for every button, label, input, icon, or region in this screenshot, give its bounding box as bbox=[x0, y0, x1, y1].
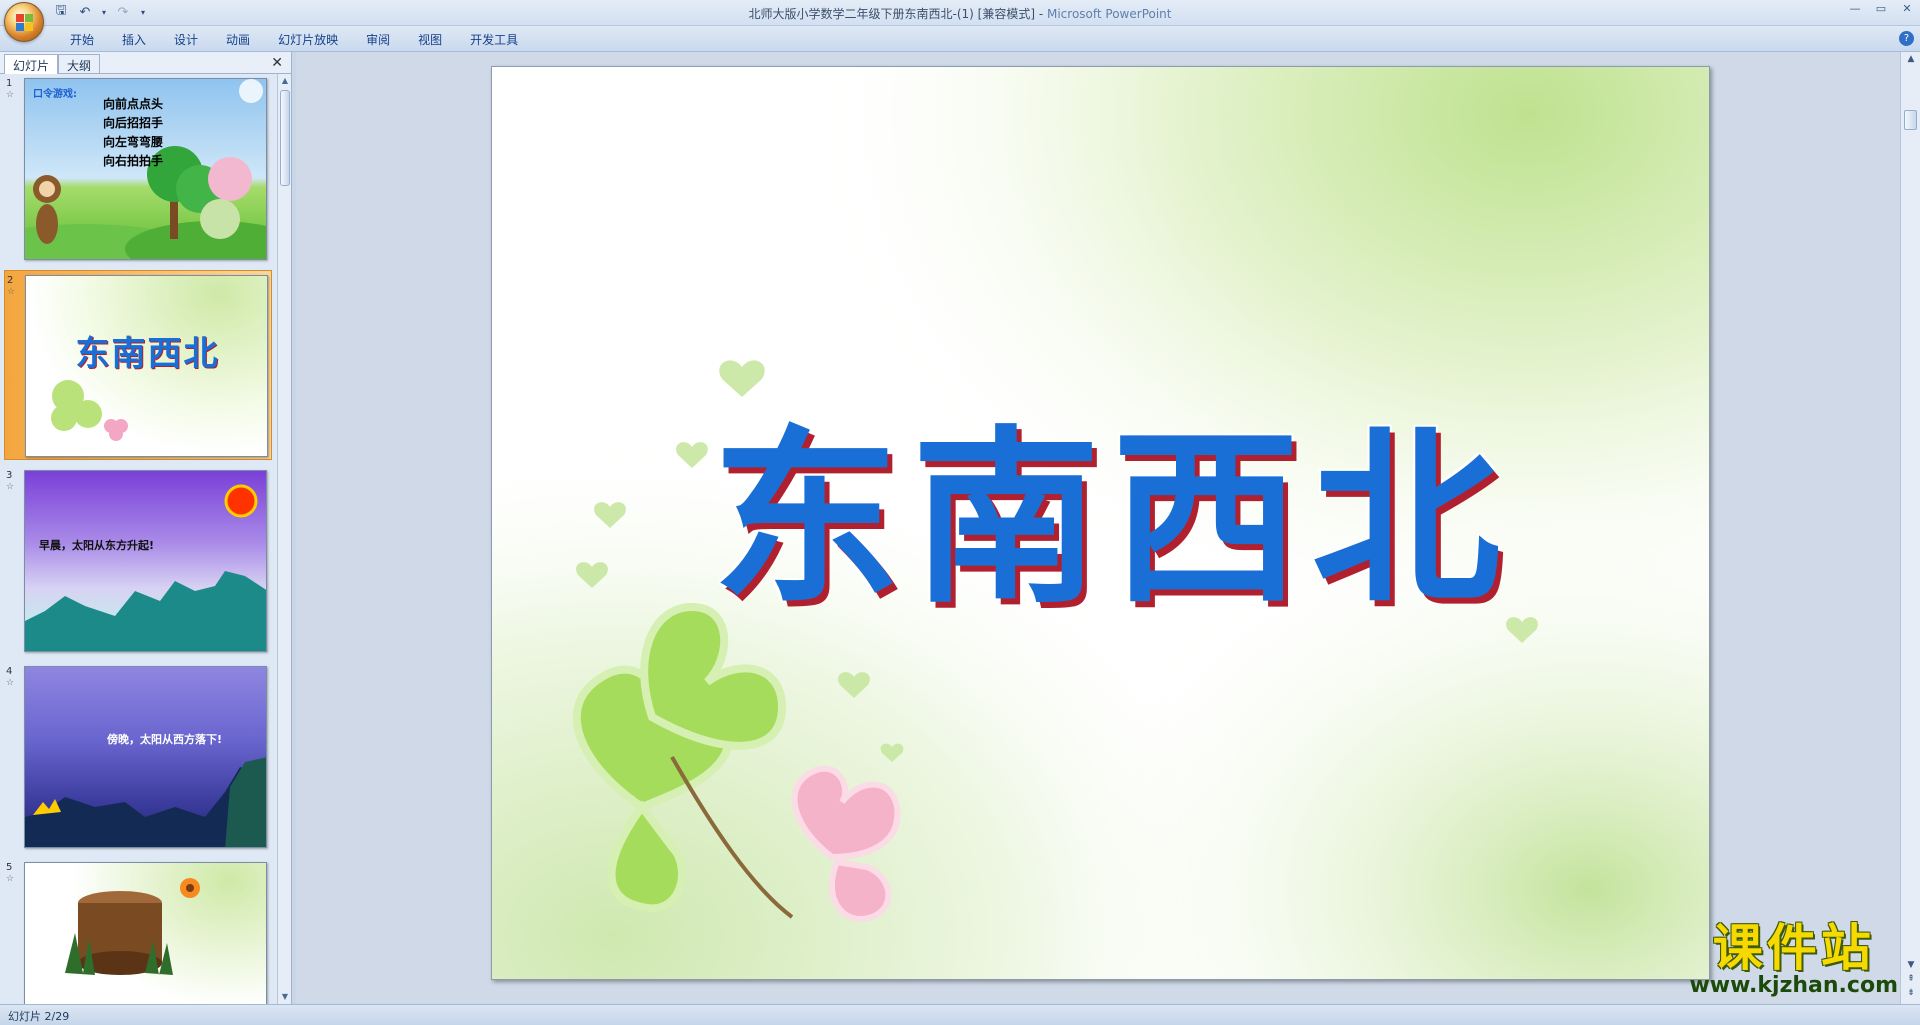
tab-developer[interactable]: 开发工具 bbox=[456, 30, 532, 49]
thumbnail-scrollbar[interactable]: ▲ ▼ bbox=[277, 74, 291, 1004]
title-bar: 🖫 ↶ ▾ ↷ ▾ 北师大版小学数学二年级下册东南西北-(1) [兼容模式] -… bbox=[0, 0, 1920, 42]
window-controls: — ▭ ✕ bbox=[1848, 2, 1914, 16]
office-button[interactable] bbox=[4, 2, 44, 42]
animation-star-icon: ☆ bbox=[7, 287, 16, 297]
title-separator: - bbox=[1035, 7, 1047, 21]
animation-star-icon: ☆ bbox=[6, 90, 15, 100]
thumb-1-lines: 向前点点头 向后招招手 向左弯弯腰 向右拍拍手 bbox=[103, 95, 163, 171]
help-icon[interactable]: ? bbox=[1899, 31, 1914, 46]
tab-design[interactable]: 设计 bbox=[160, 30, 212, 49]
slide-number: 4 bbox=[6, 666, 13, 677]
thumb-1-line: 向前点点头 bbox=[103, 97, 164, 111]
tab-animations[interactable]: 动画 bbox=[212, 30, 264, 49]
editor-scrollbar[interactable]: ▲ ▼ ⇞ ⇟ bbox=[1900, 52, 1920, 1004]
thumbnail-row[interactable]: 1 ☆ 口令游戏: 向前点点头 向后招招手 向左弯弯腰 向右拍拍手 bbox=[0, 74, 276, 264]
current-slide[interactable]: 东南西北 bbox=[491, 66, 1710, 980]
tab-slideshow[interactable]: 幻灯片放映 bbox=[264, 30, 352, 49]
watermark-url: www.kjzhan.com bbox=[1689, 973, 1898, 998]
slide-thumbnail-5[interactable] bbox=[24, 862, 267, 1004]
thumb-1-line: 向左弯弯腰 bbox=[103, 135, 164, 149]
slide-4-art bbox=[25, 757, 266, 847]
thumbnail-row-selected[interactable]: 2 ☆ 东南西北 bbox=[4, 270, 272, 460]
tab-review[interactable]: 审阅 bbox=[352, 30, 404, 49]
watermark: 课件站 www.kjzhan.com bbox=[1689, 922, 1898, 998]
close-pane-icon[interactable]: ✕ bbox=[271, 55, 283, 71]
next-slide-icon[interactable]: ⇟ bbox=[1905, 988, 1917, 998]
status-bar: 幻灯片 2/29 bbox=[0, 1004, 1920, 1025]
scroll-thumb[interactable] bbox=[280, 90, 290, 186]
tab-outline[interactable]: 大纲 bbox=[58, 54, 101, 74]
previous-slide-icon[interactable]: ⇞ bbox=[1905, 974, 1917, 984]
close-icon[interactable]: ✕ bbox=[1900, 2, 1914, 16]
document-title: 北师大版小学数学二年级下册东南西北-(1) [兼容模式] bbox=[748, 7, 1036, 21]
thumb-1-line: 向后招招手 bbox=[103, 116, 164, 130]
slide-number: 3 bbox=[6, 470, 13, 481]
scroll-up-icon[interactable]: ▲ bbox=[1905, 54, 1917, 64]
scroll-up-icon[interactable]: ▲ bbox=[278, 74, 292, 88]
app-name: Microsoft PowerPoint bbox=[1046, 7, 1172, 21]
slide-thumbnail-1[interactable]: 口令游戏: 向前点点头 向后招招手 向左弯弯腰 向右拍拍手 bbox=[24, 78, 267, 260]
animation-star-icon: ☆ bbox=[6, 678, 15, 688]
tab-slides[interactable]: 幻灯片 bbox=[4, 54, 59, 74]
tab-view[interactable]: 视图 bbox=[404, 30, 456, 49]
slide-5-art bbox=[65, 878, 200, 975]
window-title: 北师大版小学数学二年级下册东南西北-(1) [兼容模式] - Microsoft… bbox=[0, 5, 1920, 22]
ribbon-tabs: 开始 插入 设计 动画 幻灯片放映 审阅 视图 开发工具 ? bbox=[0, 26, 1920, 52]
office-logo-icon bbox=[16, 14, 34, 32]
slide-thumbnail-3[interactable]: 早晨，太阳从东方升起! bbox=[24, 470, 267, 652]
maximize-icon[interactable]: ▭ bbox=[1874, 2, 1888, 16]
scroll-down-icon[interactable]: ▼ bbox=[1905, 960, 1917, 970]
thumbnail-list: 1 ☆ 口令游戏: 向前点点头 向后招招手 向左弯弯腰 向右拍拍手 2 ☆ 东南… bbox=[0, 74, 276, 1004]
watermark-main: 课件站 bbox=[1712, 919, 1875, 977]
slide-counter: 幻灯片 2/29 bbox=[8, 1010, 70, 1023]
scroll-thumb[interactable] bbox=[1904, 110, 1917, 130]
thumb-1-heading: 口令游戏: bbox=[33, 89, 77, 100]
tab-insert[interactable]: 插入 bbox=[108, 30, 160, 49]
slide-number: 5 bbox=[6, 862, 13, 873]
animation-star-icon: ☆ bbox=[6, 874, 15, 884]
thumb-1-line: 向右拍拍手 bbox=[103, 154, 164, 168]
slide-thumbnail-4[interactable]: 傍晚，太阳从西方落下! bbox=[24, 666, 267, 848]
slide-thumbnail-2[interactable]: 东南西北 bbox=[25, 275, 268, 457]
scroll-down-icon[interactable]: ▼ bbox=[278, 990, 292, 1004]
thumb-3-caption: 早晨，太阳从东方升起! bbox=[39, 539, 155, 552]
pane-tabs: 幻灯片 大纲 ✕ bbox=[0, 52, 291, 74]
slides-pane: 幻灯片 大纲 ✕ 1 ☆ 口令游戏: 向前点点头 向后招招手 向左弯弯腰 向右拍… bbox=[0, 52, 292, 1004]
thumbnail-row[interactable]: 4 ☆ 傍晚，太阳从西方落下! bbox=[0, 662, 276, 852]
thumb-2-title: 东南西北 bbox=[75, 334, 220, 374]
animation-star-icon: ☆ bbox=[6, 482, 15, 492]
slide-3-art bbox=[25, 484, 266, 651]
thumb-4-caption: 傍晚，太阳从西方落下! bbox=[107, 733, 223, 746]
slide-number: 1 bbox=[6, 78, 13, 89]
thumbnail-row[interactable]: 5 ☆ bbox=[0, 858, 276, 1004]
thumbnail-row[interactable]: 3 ☆ 早晨，太阳从东方升起! bbox=[0, 466, 276, 656]
slide-title[interactable]: 东南西北 bbox=[662, 367, 1562, 639]
tab-home[interactable]: 开始 bbox=[56, 30, 108, 49]
slide-number: 2 bbox=[7, 275, 14, 286]
minimize-icon[interactable]: — bbox=[1848, 2, 1862, 16]
